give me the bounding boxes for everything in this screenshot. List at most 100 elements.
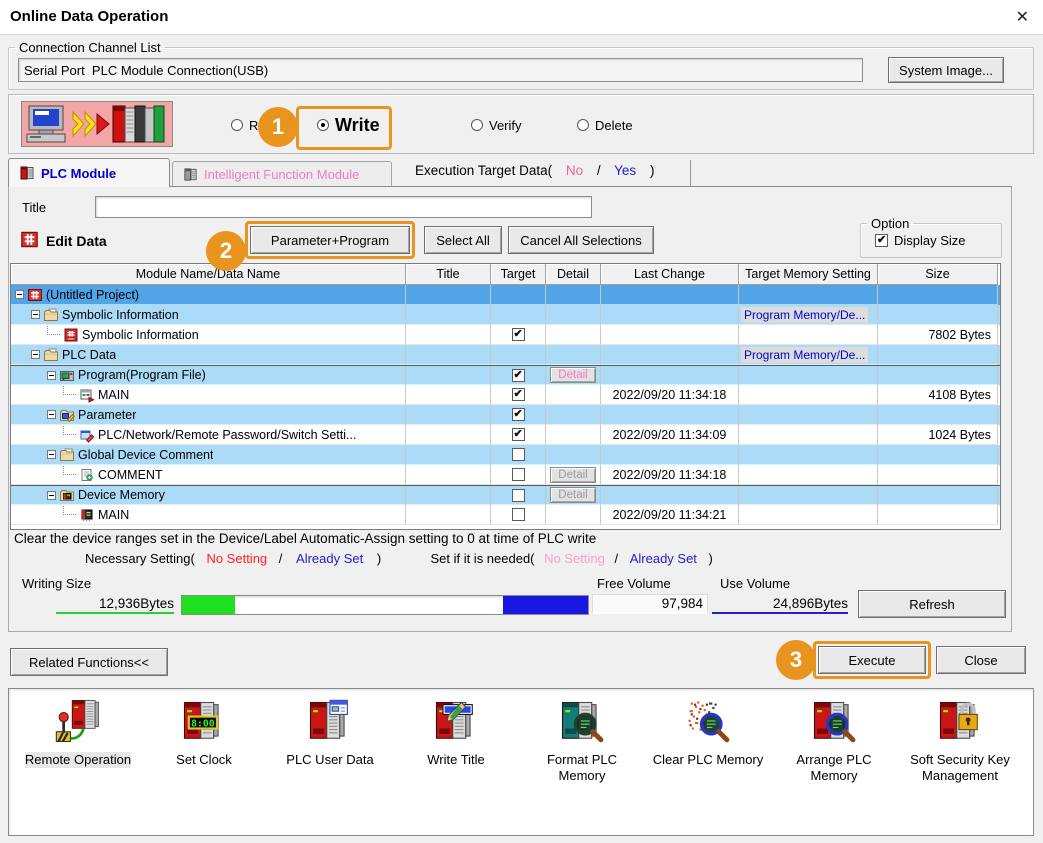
related-function-clear-plc-memory[interactable]: Clear PLC Memory: [645, 697, 771, 768]
cancel-all-selections-button[interactable]: Cancel All Selections: [508, 226, 654, 254]
close-icon[interactable]: ✕: [1016, 7, 1029, 27]
data-name-label: COMMENT: [98, 468, 163, 482]
target-checkbox[interactable]: [512, 428, 525, 441]
table-row[interactable]: COMMENTDetail2022/09/20 11:34:18: [11, 465, 1000, 485]
option-legend: Option: [867, 216, 913, 231]
radio-delete[interactable]: Delete: [577, 95, 633, 155]
tab-strip-divider: [690, 160, 691, 186]
table-row[interactable]: Symbolic Information7802 Bytes: [11, 325, 1000, 345]
data-name-label: MAIN: [98, 508, 129, 522]
related-function-write-title[interactable]: Write Title: [393, 697, 519, 768]
annotation-step-3: 3: [776, 640, 816, 680]
table-row[interactable]: PLC/Network/Remote Password/Switch Setti…: [11, 425, 1000, 445]
radio-verify[interactable]: Verify: [471, 95, 522, 155]
data-name-label: Parameter: [78, 408, 136, 422]
collapse-expander-icon[interactable]: [47, 491, 56, 500]
project-icon: [27, 287, 43, 303]
table-row[interactable]: Symbolic Information Program Memory/De...: [11, 305, 1000, 325]
table-header: Module Name/Data NameTitleTargetDetailLa…: [11, 264, 1000, 285]
last-change-value: 2022/09/20 11:34:18: [601, 385, 739, 405]
radio-label: Verify: [489, 118, 522, 133]
system-image-button[interactable]: System Image...: [888, 57, 1004, 83]
memory-usage-bar: [181, 595, 589, 615]
data-name-label: PLC/Network/Remote Password/Switch Setti…: [98, 428, 356, 442]
radio-icon: [317, 119, 329, 131]
table-row[interactable]: MAIN2022/09/20 11:34:184108 Bytes: [11, 385, 1000, 405]
tab-intelligent-function-module[interactable]: Intelligent Function Module: [172, 161, 392, 187]
detail-button: Detail: [550, 467, 596, 483]
radio-label: Write: [335, 115, 380, 136]
data-name-label: Device Memory: [78, 488, 165, 502]
target-memory-setting[interactable]: Program Memory/De...: [741, 307, 868, 323]
related-function-label: Soft Security KeyManagement: [910, 752, 1010, 784]
target-memory-setting[interactable]: Program Memory/De...: [741, 347, 868, 363]
detail-button[interactable]: Detail: [550, 367, 596, 383]
parameter-folder-icon: [59, 407, 75, 423]
table-row[interactable]: PLC Data Program Memory/De...: [11, 345, 1000, 365]
execution-target-data: Execution Target Data( No / Yes ): [415, 163, 664, 178]
related-function-format-plc-memory[interactable]: Format PLCMemory: [519, 697, 645, 784]
size-value: [878, 505, 998, 525]
radio-icon: [577, 119, 589, 131]
display-size-checkbox[interactable]: [875, 234, 888, 247]
size-value: 4108 Bytes: [878, 385, 998, 405]
collapse-expander-icon[interactable]: [31, 350, 40, 359]
close-button[interactable]: Close: [936, 646, 1026, 674]
related-functions-toggle-button[interactable]: Related Functions<<: [10, 648, 168, 676]
related-function-remote-operation[interactable]: Remote Operation: [15, 697, 141, 768]
target-checkbox[interactable]: [512, 448, 525, 461]
data-name-label: PLC Data: [62, 348, 116, 362]
table-row[interactable]: Device MemoryDetail: [11, 485, 1000, 505]
tab-plc-module[interactable]: PLC Module: [8, 158, 170, 187]
target-checkbox[interactable]: [512, 468, 525, 481]
title-bar: Online Data Operation ✕: [0, 0, 1043, 35]
edit-data-icon: [20, 230, 39, 249]
target-checkbox[interactable]: [512, 489, 525, 502]
title-field-input[interactable]: [95, 196, 592, 218]
table-row[interactable]: (Untitled Project): [11, 285, 1000, 305]
necessary-no-setting: No Setting: [206, 551, 267, 566]
last-change-value: [601, 285, 739, 305]
refresh-button[interactable]: Refresh: [858, 590, 1006, 618]
parameter-program-button[interactable]: Parameter+Program: [250, 226, 410, 254]
radio-icon: [471, 119, 483, 131]
related-function-label: Write Title: [427, 752, 485, 768]
column-header: Title: [406, 264, 491, 285]
collapse-expander-icon[interactable]: [47, 410, 56, 419]
program-folder-icon: [59, 367, 75, 383]
symbolic-icon: [63, 327, 79, 343]
tree-connector-line: [63, 506, 76, 515]
program-icon: [79, 387, 95, 403]
column-header: Detail: [546, 264, 601, 285]
target-checkbox[interactable]: [512, 408, 525, 421]
related-function-soft-security-key[interactable]: Soft Security KeyManagement: [897, 697, 1023, 784]
related-function-label: Set Clock: [176, 752, 232, 768]
target-checkbox[interactable]: [512, 369, 525, 382]
target-checkbox[interactable]: [512, 328, 525, 341]
writing-size-label: Writing Size: [22, 576, 91, 591]
target-checkbox[interactable]: [512, 388, 525, 401]
table-filler: [11, 525, 1000, 529]
data-name-label: Program(Program File): [78, 368, 206, 382]
table-row[interactable]: MAIN2022/09/20 11:34:21: [11, 505, 1000, 525]
collapse-expander-icon[interactable]: [47, 450, 56, 459]
collapse-expander-icon[interactable]: [47, 371, 56, 380]
plc-module-icon: [19, 165, 35, 181]
select-all-button[interactable]: Select All: [424, 226, 502, 254]
data-name-label: Symbolic Information: [62, 308, 179, 322]
collapse-expander-icon[interactable]: [15, 290, 24, 299]
target-checkbox[interactable]: [512, 508, 525, 521]
last-change-value: [601, 305, 739, 325]
size-value: [878, 305, 998, 325]
related-function-set-clock[interactable]: 8:00Set Clock: [141, 697, 267, 768]
use-volume-value: 24,896Bytes: [712, 594, 848, 614]
collapse-expander-icon[interactable]: [31, 310, 40, 319]
table-row[interactable]: Parameter: [11, 405, 1000, 425]
radio-write[interactable]: Write: [317, 95, 380, 155]
table-row[interactable]: Program(Program File) Detail: [11, 365, 1000, 385]
related-function-plc-user-data[interactable]: PLC User Data: [267, 697, 393, 768]
execute-button[interactable]: Execute: [818, 646, 926, 674]
related-function-arrange-plc-memory[interactable]: Arrange PLCMemory: [771, 697, 897, 784]
table-row[interactable]: Global Device Comment: [11, 445, 1000, 465]
folder-icon: [43, 347, 59, 363]
